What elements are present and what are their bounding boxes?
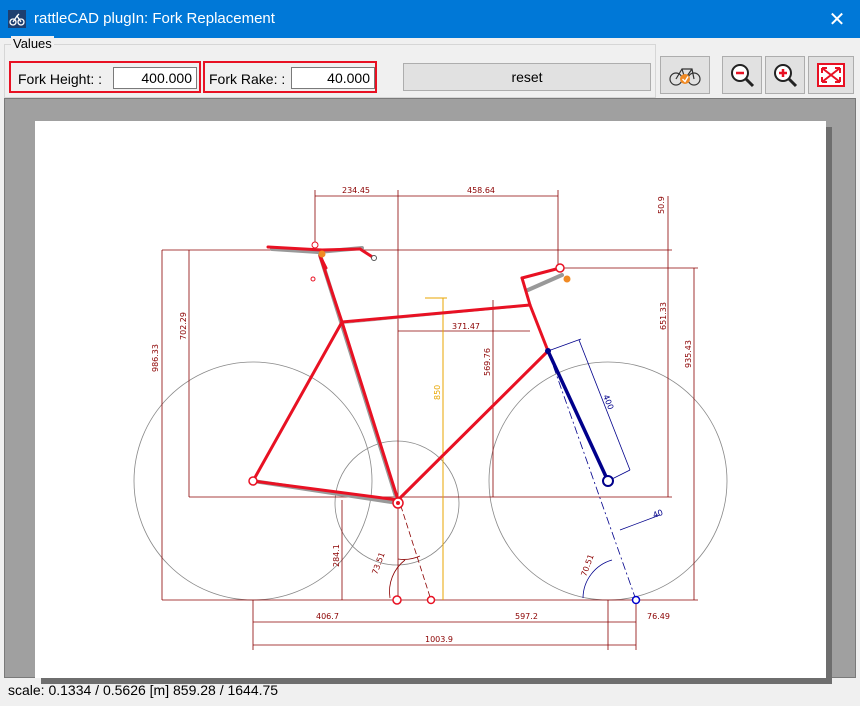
fork-rake-label: Fork Rake: :	[209, 71, 286, 87]
title-bar: rattleCAD plugIn: Fork Replacement ✕	[0, 0, 860, 38]
close-button[interactable]: ✕	[814, 0, 860, 38]
zoom-in-button[interactable]	[765, 56, 805, 94]
fork-height-input[interactable]	[113, 67, 197, 89]
zoom-out-icon	[731, 64, 755, 88]
fork-height-label: Fork Height: :	[18, 71, 103, 87]
fork-rake-field-group: Fork Rake: :	[203, 61, 377, 93]
status-bar: scale: 0.1334 / 0.5626 [m] 859.28 / 1644…	[8, 682, 279, 698]
close-icon: ✕	[828, 8, 846, 31]
fit-to-window-icon	[817, 63, 845, 87]
bike-render-icon	[669, 68, 701, 86]
reset-button[interactable]: reset	[403, 63, 651, 91]
zoom-out-button[interactable]	[722, 56, 762, 94]
fit-to-window-button[interactable]	[808, 56, 854, 94]
zoom-in-icon	[774, 64, 798, 88]
fork-height-field-group: Fork Height: :	[9, 61, 201, 93]
fork-rake-input[interactable]	[291, 67, 375, 89]
window-title: rattleCAD plugIn: Fork Replacement	[34, 10, 275, 27]
values-group-label: Values	[11, 36, 54, 51]
drawing-sheet	[35, 121, 826, 678]
rattlecad-app-icon	[8, 10, 26, 28]
render-bike-button[interactable]	[660, 56, 710, 94]
